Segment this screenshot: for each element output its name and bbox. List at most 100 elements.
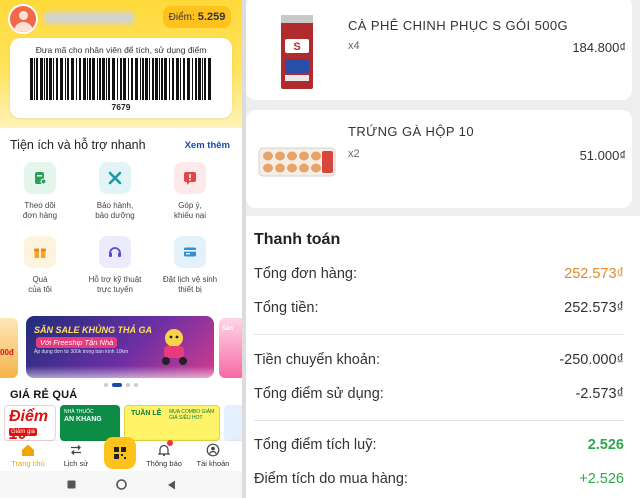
summary-row-transfer: Tiền chuyển khoản: -250.000₫ — [254, 352, 624, 372]
wrench-icon — [99, 162, 131, 194]
coffee-package-image: S — [281, 15, 313, 89]
feedback-icon — [174, 162, 206, 194]
swap-icon — [52, 442, 100, 458]
member-barcode-card[interactable]: Đưa mã cho nhân viên để tích, sử dụng đi… — [10, 38, 232, 118]
account-icon — [189, 442, 237, 458]
row-label: Tổng đơn hàng: — [254, 266, 358, 282]
notification-dot — [167, 440, 173, 446]
promo-top-text: NHÀ THUỐC — [64, 409, 94, 415]
util-warranty[interactable]: Bảo hành, bảo dưỡng — [79, 162, 151, 221]
barcode — [30, 58, 211, 100]
order-item-card[interactable]: S CÀ PHÊ CHINH PHỤC S GÓI 500G x4 184.80… — [246, 0, 632, 100]
row-label: Tổng điểm tích luỹ: — [254, 437, 377, 453]
system-nav-bar — [0, 471, 242, 498]
util-label: Bảo hành, bảo dưỡng — [95, 201, 135, 220]
item-price: 184.800₫ — [572, 40, 626, 55]
banner-next-peek[interactable]: Săn — [219, 318, 242, 378]
util-cleaning-booking[interactable]: Đặt lịch vệ sinh thiết bị — [154, 236, 226, 295]
nav-history[interactable]: Lịch sử — [52, 441, 100, 468]
promo-banner[interactable]: SĂN SALE KHỦNG THẢ GA Với Freeship Tận N… — [26, 316, 214, 378]
egg-box-image — [258, 147, 336, 177]
avatar-head — [19, 11, 28, 20]
row-value: 252.573₫ — [564, 300, 624, 316]
item-quantity: x2 — [348, 148, 360, 160]
home-button-icon[interactable] — [115, 479, 127, 490]
nav-account[interactable]: Tài khoản — [189, 441, 237, 468]
svg-text:S: S — [293, 41, 300, 53]
util-label: Đặt lịch vệ sinh thiết bị — [162, 275, 218, 294]
scan-button[interactable] — [104, 437, 136, 469]
bottom-nav: Trang chủ Lịch sử Thông báo Tài khoản — [0, 437, 242, 471]
row-label: Tiền chuyển khoản: — [254, 352, 381, 368]
scan-icon — [114, 447, 126, 459]
gift-icon — [24, 236, 56, 268]
banner-prev-peek[interactable]: 00đ — [0, 318, 18, 378]
cheap-deals-title: GIÁ RẺ QUÁ — [10, 389, 78, 401]
summary-row-points-used: Tổng điểm sử dụng: -2.573₫ — [254, 386, 624, 406]
row-value: 2.526 — [587, 437, 624, 453]
promo-card[interactable]: Điểm 10 Giảm giá — [4, 405, 56, 441]
promo-sub-text: MUA COMBO GIẢM GIÁ SIÊU HOT — [169, 409, 215, 421]
nav-label: Trang chủ — [11, 459, 45, 468]
barcode-number: 7679 — [111, 102, 131, 112]
promo-small-text: Giảm giá — [9, 428, 38, 436]
banner-snow — [26, 366, 214, 378]
order-detail-screen: S CÀ PHÊ CHINH PHỤC S GÓI 500G x4 184.80… — [246, 0, 640, 498]
nav-notifications[interactable]: Thông báo — [140, 440, 188, 468]
promo-card[interactable]: NHÀ THUỐC AN KHANG — [60, 405, 120, 441]
points-value: 5.259 — [197, 11, 226, 23]
row-value: -250.000₫ — [559, 352, 624, 368]
summary-row-purchase-points: Điểm tích do mua hàng: +2.526 — [254, 471, 624, 491]
loyalty-app-screen: Điểm: 5.259 Đưa mã cho nhân viên để tích… — [0, 0, 242, 498]
item-name: CÀ PHÊ CHINH PHỤC S GÓI 500G — [348, 18, 568, 33]
header-area: Điểm: 5.259 Đưa mã cho nhân viên để tích… — [0, 0, 242, 128]
summary-row-points-earned: Tổng điểm tích luỹ: 2.526 — [254, 437, 624, 457]
promo-main-text: AN KHANG — [64, 416, 102, 423]
util-tech-support[interactable]: Hỗ trợ kỹ thuật trực tuyến — [79, 236, 151, 295]
promo-card-peek[interactable] — [224, 405, 242, 441]
see-more-link[interactable]: Xem thêm — [185, 140, 230, 151]
banner-subline: Với Freeship Tận Nhà — [36, 337, 118, 348]
util-label: Góp ý, khiếu nại — [173, 201, 207, 220]
divider — [254, 334, 624, 335]
banner-headline: SĂN SALE KHỦNG THẢ GA — [34, 325, 153, 335]
summary-row-total: Tổng tiền: 252.573₫ — [254, 300, 624, 320]
home-icon — [4, 442, 52, 458]
recent-apps-icon[interactable] — [67, 480, 76, 489]
util-order-tracking[interactable]: Theo dõi đơn hàng — [4, 162, 76, 221]
utilities-title: Tiện ích và hỗ trợ nhanh — [10, 138, 146, 152]
back-icon[interactable] — [167, 480, 176, 490]
row-label: Tổng tiền: — [254, 300, 319, 316]
nav-home[interactable]: Trang chủ — [4, 441, 52, 468]
divider — [254, 420, 624, 421]
util-gifts[interactable]: Quà của tôi — [4, 236, 76, 295]
row-value: 252.573₫ — [564, 266, 624, 282]
barcode-hint: Đưa mã cho nhân viên để tích, sử dụng đi… — [35, 45, 207, 55]
util-label: Quà của tôi — [28, 275, 52, 294]
promo-card[interactable]: TUẦN LỄ MUA COMBO GIẢM GIÁ SIÊU HOT — [124, 405, 220, 441]
user-name-blurred — [44, 12, 134, 24]
promo-big-text: Điểm 10 — [9, 408, 49, 440]
item-name: TRỨNG GÀ HỘP 10 — [348, 124, 474, 139]
item-price: 51.000₫ — [579, 148, 626, 163]
points-badge[interactable]: Điểm: 5.259 — [163, 6, 231, 28]
points-label: Điểm: — [168, 11, 195, 23]
cheap-deals-row: Điểm 10 Giảm giá NHÀ THUỐC AN KHANG TUẦN… — [4, 405, 242, 441]
calendar-card-icon — [174, 236, 206, 268]
row-value: -2.573₫ — [575, 386, 624, 402]
item-quantity: x4 — [348, 40, 360, 52]
bell-icon — [140, 442, 188, 458]
avatar[interactable] — [8, 4, 38, 34]
promo-main-text: TUẦN LỄ — [131, 410, 162, 417]
order-item-card[interactable]: TRỨNG GÀ HỘP 10 x2 51.000₫ — [246, 110, 632, 208]
row-label: Điểm tích do mua hàng: — [254, 471, 408, 487]
payment-summary: Thanh toán Tổng đơn hàng: 252.573₫ Tổng … — [246, 216, 640, 498]
carousel-dots — [0, 383, 242, 387]
nav-label: Lịch sử — [63, 459, 89, 468]
delivery-mascot-icon — [162, 329, 187, 365]
summary-row-order-total: Tổng đơn hàng: 252.573₫ — [254, 266, 624, 286]
util-label: Theo dõi đơn hàng — [22, 201, 58, 220]
util-feedback[interactable]: Góp ý, khiếu nại — [154, 162, 226, 221]
nav-label: Thông báo — [146, 459, 182, 468]
payment-title: Thanh toán — [254, 231, 341, 248]
